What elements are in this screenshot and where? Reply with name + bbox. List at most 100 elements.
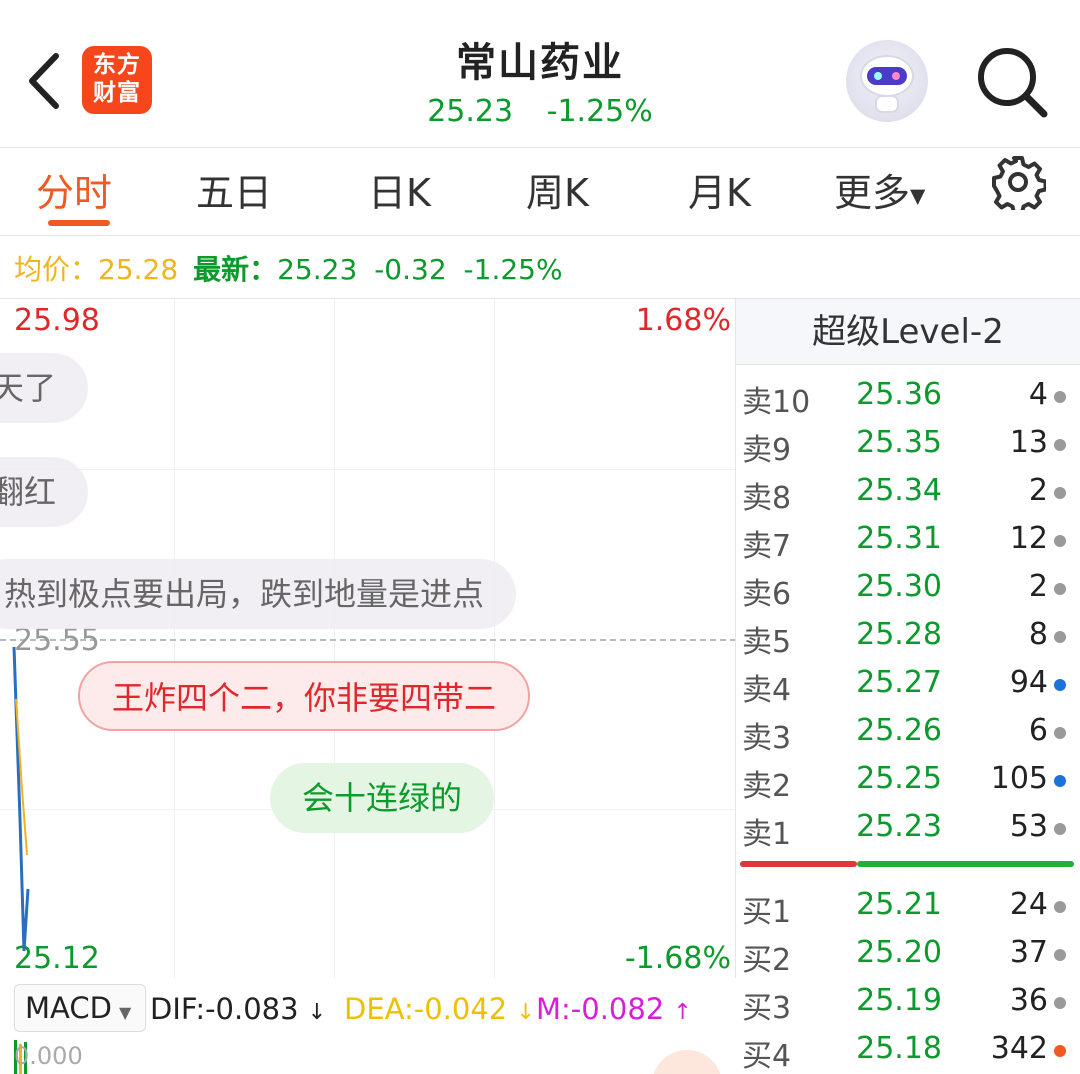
logo-line1: 东方 [93, 52, 141, 78]
level-volume: 24 [1009, 887, 1048, 922]
level-volume: 12 [1009, 521, 1048, 556]
floating-action-button[interactable] [652, 1050, 722, 1074]
ask-row[interactable]: 卖1 25.23 53 [736, 801, 1080, 852]
level-price: 25.31 [856, 521, 942, 556]
level-label: 卖6 [742, 577, 792, 612]
level-label: 卖3 [742, 721, 792, 756]
comment-bubble[interactable]: 天了 [0, 353, 89, 423]
avg-price-label: 均价： [14, 253, 99, 286]
ask-row[interactable]: 卖7 25.31 12 [736, 513, 1080, 564]
bid-row[interactable]: 买3 25.19 36 [736, 975, 1080, 1026]
bid-row[interactable]: 买2 25.20 37 [736, 927, 1080, 978]
ask-row[interactable]: 卖8 25.34 2 [736, 465, 1080, 516]
bid-row[interactable]: 买1 25.21 24 [736, 879, 1080, 930]
stock-name: 常山药业 [456, 40, 624, 86]
order-flag-dot-icon [1054, 439, 1066, 451]
level-volume: 2 [1028, 569, 1048, 604]
level-price: 25.20 [856, 935, 942, 970]
macd-bar: MACD ▼ DIF:-0.083 ↓ DEA:-0.042 ↓ M:-0.08… [14, 984, 734, 1034]
tab-monthly-k[interactable]: 月K [688, 162, 751, 217]
level-label: 卖9 [742, 433, 792, 468]
tab-more[interactable]: 更多▼ [834, 162, 925, 217]
latest-price-label: 最新： [193, 253, 278, 286]
ask-row[interactable]: 卖10 25.36 4 [736, 369, 1080, 420]
level-price: 25.21 [856, 887, 942, 922]
macd-dea: DEA:-0.042 ↓ [344, 992, 535, 1026]
arrow-down-icon: ↓ [516, 1000, 535, 1025]
ask-row[interactable]: 卖4 25.27 94 [736, 657, 1080, 708]
level-label: 卖4 [742, 673, 792, 708]
level-label: 买4 [742, 1039, 792, 1074]
grid-line [0, 469, 735, 470]
avg-price-value: 25.28 [98, 253, 179, 286]
level-volume: 36 [1009, 983, 1048, 1018]
level2-title[interactable]: 超级Level-2 [736, 299, 1080, 365]
order-flag-dot-icon [1054, 949, 1066, 961]
indicator-select-label: MACD [25, 991, 112, 1025]
comment-bubble[interactable]: 会十连绿的 [270, 763, 495, 833]
level-label: 卖7 [742, 529, 792, 564]
order-flag-dot-icon [1054, 1045, 1066, 1057]
level-label: 买2 [742, 943, 792, 978]
indicator-select[interactable]: MACD ▼ [14, 984, 146, 1032]
level-volume: 2 [1028, 473, 1048, 508]
bid-row[interactable]: 买4 25.18 342 [736, 1023, 1080, 1074]
arrow-down-icon: ↓ [307, 1000, 327, 1025]
app-logo[interactable]: 东方 财富 [82, 46, 152, 114]
ask-row[interactable]: 卖5 25.28 8 [736, 609, 1080, 660]
settings-gear-icon[interactable] [990, 154, 1046, 210]
order-flag-dot-icon [1054, 631, 1066, 643]
level-price: 25.35 [856, 425, 942, 460]
tab-five-day[interactable]: 五日 [196, 162, 272, 217]
order-flag-dot-icon [1054, 679, 1066, 691]
level-price: 25.19 [856, 983, 942, 1018]
intraday-chart[interactable]: 25.98 1.68% 25.55 25.12 -1.68% 天了 翻红 热到极… [0, 298, 736, 978]
header: 东方 财富 常山药业 25.23 -1.25% [0, 0, 1080, 148]
level-volume: 342 [990, 1031, 1048, 1066]
ask-row[interactable]: 卖6 25.30 2 [736, 561, 1080, 612]
back-arrow-icon[interactable] [22, 48, 68, 114]
order-flag-dot-icon [1054, 583, 1066, 595]
latest-price-value: 25.23 [277, 253, 358, 286]
level-volume: 37 [1009, 935, 1048, 970]
tab-daily-k[interactable]: 日K [368, 162, 431, 217]
order-flag-dot-icon [1054, 901, 1066, 913]
latest-change: -0.32 [374, 253, 447, 286]
buy-ratio-bar [857, 861, 1074, 867]
period-tabs: 分时 五日 日K 周K 月K 更多▼ [0, 148, 1080, 236]
ask-row[interactable]: 卖9 25.35 13 [736, 417, 1080, 468]
order-flag-dot-icon [1054, 535, 1066, 547]
macd-m: M:-0.082 ↑ [536, 992, 692, 1026]
chart-low-pct: -1.68% [624, 941, 731, 976]
order-flag-dot-icon [1054, 391, 1066, 403]
macd-m-value: M:-0.082 [536, 992, 665, 1026]
level-price: 25.36 [856, 377, 942, 412]
level-volume: 105 [990, 761, 1048, 796]
level-volume: 6 [1028, 713, 1048, 748]
ask-row[interactable]: 卖2 25.25 105 [736, 753, 1080, 804]
level-price: 25.26 [856, 713, 942, 748]
tab-intraday[interactable]: 分时 [36, 162, 112, 217]
order-flag-dot-icon [1054, 727, 1066, 739]
comment-bubble[interactable]: 王炸四个二，你非要四带二 [78, 661, 531, 731]
level-label: 卖10 [742, 385, 811, 420]
ask-row[interactable]: 卖3 25.26 6 [736, 705, 1080, 756]
comment-bubble[interactable]: 翻红 [0, 457, 89, 527]
comment-bubble[interactable]: 热到极点要出局，跌到地量是进点 [0, 559, 517, 629]
active-tab-indicator [48, 220, 110, 226]
header-quote: 25.23 -1.25% [340, 94, 740, 129]
prev-close-line [0, 639, 735, 641]
level-label: 卖1 [742, 817, 792, 852]
level-price: 25.18 [856, 1031, 942, 1066]
level-label: 卖2 [742, 769, 792, 804]
tab-weekly-k[interactable]: 周K [526, 162, 589, 217]
header-price: 25.23 [427, 94, 514, 129]
latest-change-pct: -1.25% [463, 253, 563, 286]
robot-icon [860, 55, 914, 113]
ai-assistant-avatar[interactable] [846, 40, 928, 122]
search-icon[interactable] [974, 44, 1050, 120]
level-price: 25.30 [856, 569, 942, 604]
level-label: 卖8 [742, 481, 792, 516]
caret-down-icon: ▼ [113, 1003, 132, 1022]
level-volume: 8 [1028, 617, 1048, 652]
